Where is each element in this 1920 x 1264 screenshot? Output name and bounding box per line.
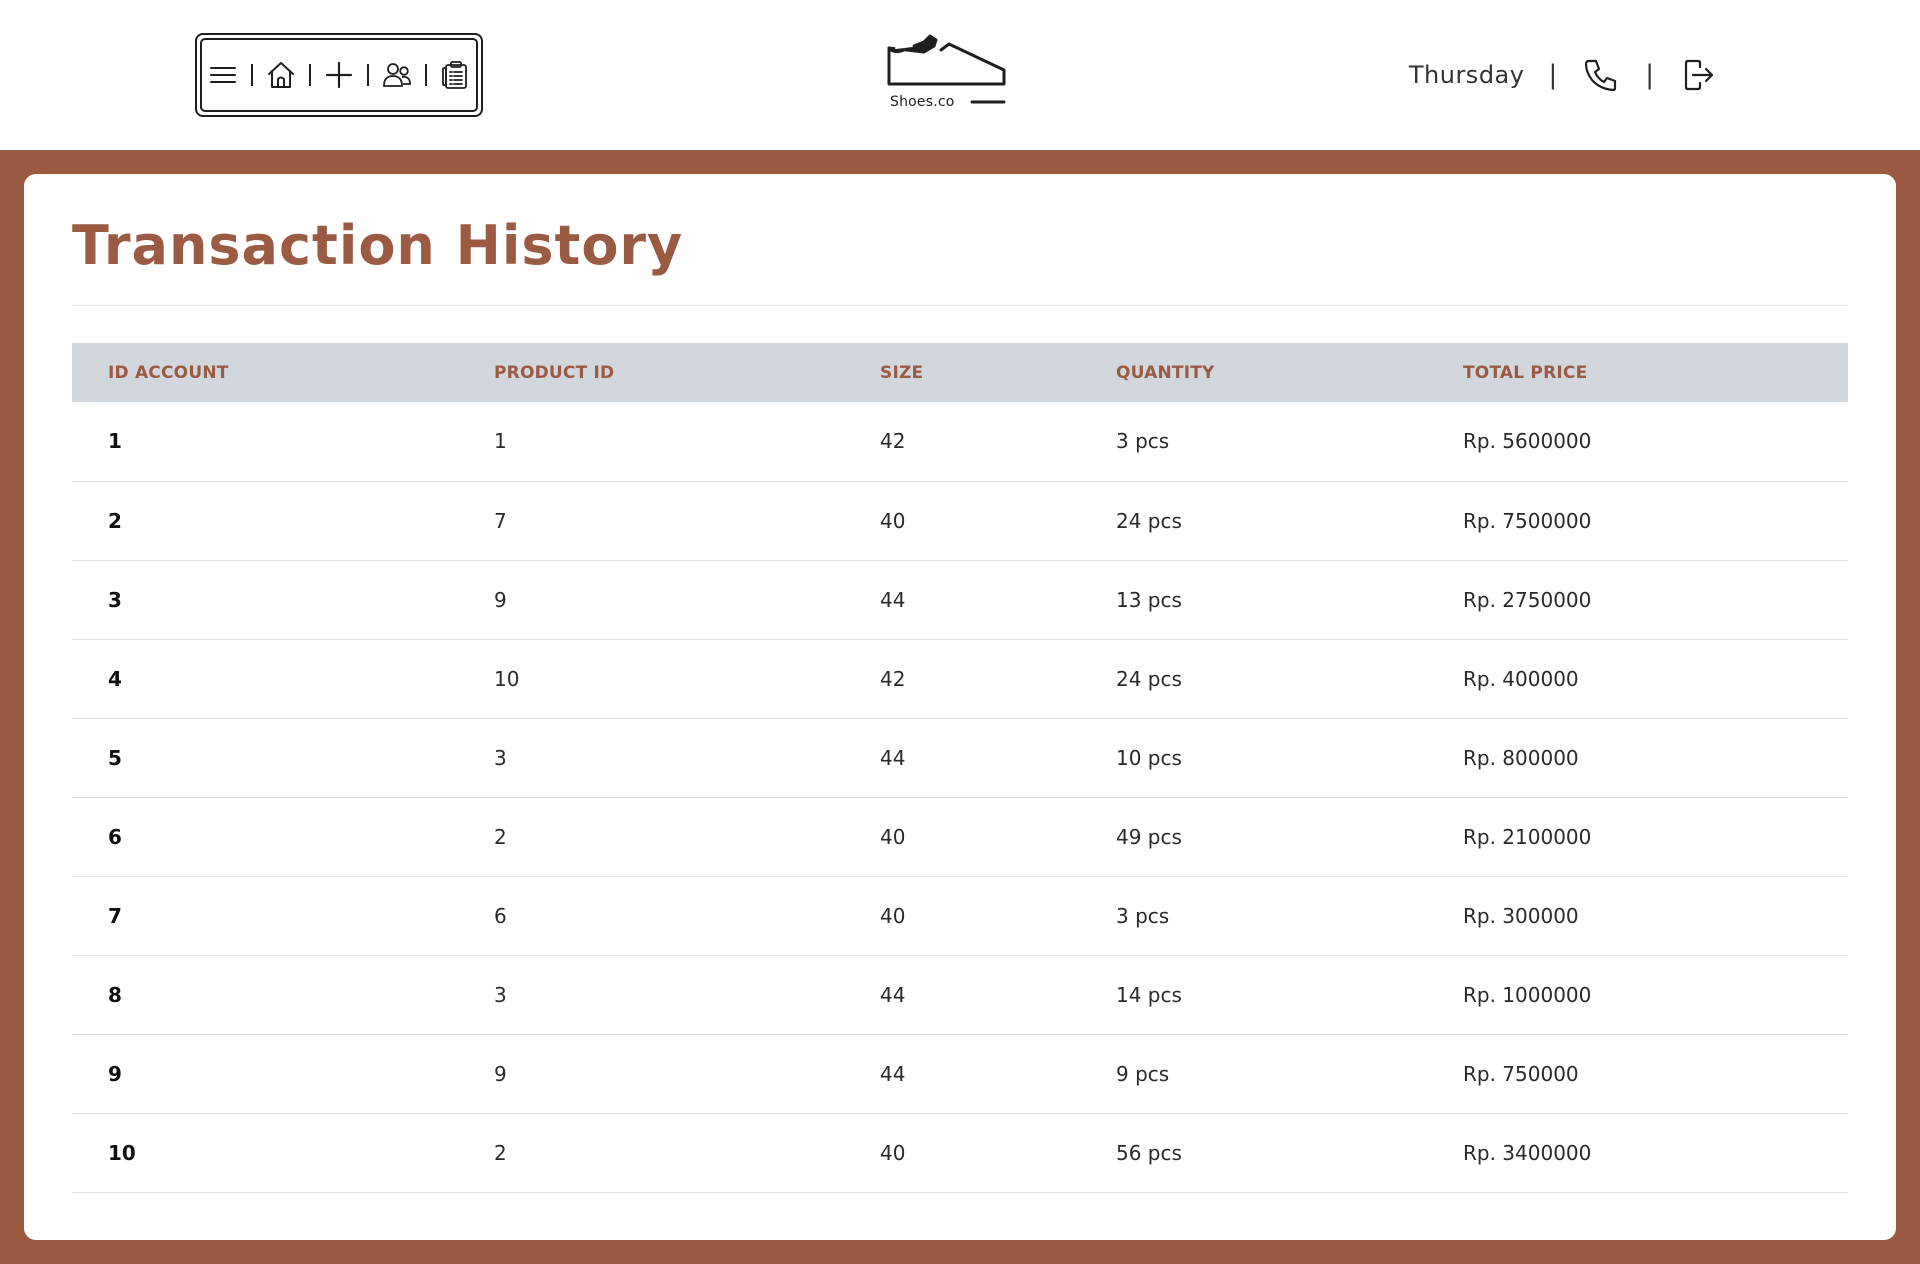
cell-id-account: 2	[108, 508, 122, 533]
cell-total-price: Rp. 300000	[1463, 903, 1579, 928]
home-button[interactable]	[260, 53, 302, 97]
cell-size: 40	[880, 508, 906, 533]
cell-total-price: Rp. 400000	[1463, 666, 1579, 691]
column-header-total-price: TOTAL PRICE	[1463, 362, 1588, 383]
toolbar-divider	[251, 64, 253, 86]
cell-product-id: 3	[494, 982, 507, 1007]
cell-id-account: 8	[108, 982, 122, 1007]
cell-size: 44	[880, 982, 906, 1007]
header-right: Thursday | |	[1409, 50, 1718, 100]
cell-id-account: 5	[108, 745, 122, 770]
cell-total-price: Rp. 5600000	[1463, 429, 1592, 454]
contact-button[interactable]	[1581, 55, 1621, 95]
cell-total-price: Rp. 750000	[1463, 1061, 1579, 1086]
menu-button[interactable]	[202, 53, 244, 97]
cell-product-id: 1	[494, 429, 507, 454]
table-row: 5 3 44 10 pcs Rp. 800000	[72, 718, 1848, 797]
users-icon	[383, 63, 411, 87]
cell-quantity: 56 pcs	[1116, 1140, 1182, 1165]
header-separator: |	[1548, 60, 1558, 90]
cell-id-account: 7	[108, 903, 122, 928]
day-label: Thursday	[1408, 61, 1525, 89]
cell-size: 40	[880, 1140, 906, 1165]
cell-product-id: 9	[494, 587, 507, 612]
page-title: Transaction History	[72, 214, 684, 277]
table-row: 7 6 40 3 pcs Rp. 300000	[72, 876, 1848, 955]
cell-id-account: 4	[108, 666, 122, 691]
menu-icon	[210, 67, 237, 83]
toolbar-divider	[309, 64, 311, 86]
cell-quantity: 9 pcs	[1116, 1061, 1170, 1086]
cell-product-id: 10	[494, 666, 520, 691]
cell-product-id: 3	[494, 745, 507, 770]
cell-product-id: 2	[494, 824, 507, 849]
column-header-size: SIZE	[880, 362, 924, 383]
cell-id-account: 1	[108, 429, 122, 454]
toolbar-divider	[367, 64, 369, 86]
cell-size: 42	[880, 666, 906, 691]
home-icon	[268, 62, 295, 88]
header-separator: |	[1645, 60, 1654, 90]
cell-size: 44	[880, 745, 906, 770]
table-row: 2 7 40 24 pcs Rp. 7500000	[72, 481, 1848, 560]
column-header-id-account: ID ACCOUNT	[108, 362, 229, 383]
cell-quantity: 10 pcs	[1116, 745, 1182, 770]
logout-button[interactable]	[1678, 55, 1718, 95]
cell-quantity: 24 pcs	[1116, 508, 1182, 533]
top-header: Shoes.co Thursday | |	[0, 0, 1920, 150]
cell-quantity: 3 pcs	[1116, 429, 1170, 454]
cell-id-account: 3	[108, 587, 122, 612]
table-header-row: ID ACCOUNT PRODUCT ID SIZE QUANTITY TOTA…	[72, 343, 1848, 402]
cell-total-price: Rp. 7500000	[1463, 508, 1592, 533]
cell-product-id: 7	[494, 508, 507, 533]
nav-toolbar	[195, 33, 483, 117]
logout-icon	[1684, 59, 1714, 91]
cell-id-account: 6	[108, 824, 122, 849]
table-row: 6 2 40 49 pcs Rp. 2100000	[72, 797, 1848, 876]
phone-icon	[1585, 59, 1617, 92]
history-button[interactable]	[434, 53, 476, 97]
cell-product-id: 2	[494, 1140, 507, 1165]
table-row: 9 9 44 9 pcs Rp. 750000	[72, 1034, 1848, 1113]
cell-size: 44	[880, 587, 906, 612]
clipboard-icon	[442, 61, 467, 89]
brand-logo[interactable]: Shoes.co	[884, 30, 1010, 114]
table-row: 3 9 44 13 pcs Rp. 2750000	[72, 560, 1848, 639]
cell-total-price: Rp. 2750000	[1463, 587, 1592, 612]
title-divider	[72, 305, 1848, 306]
table-row: 8 3 44 14 pcs Rp. 1000000	[72, 955, 1848, 1034]
cell-quantity: 3 pcs	[1116, 903, 1170, 928]
column-header-product-id: PRODUCT ID	[494, 362, 615, 383]
logo-text: Shoes.co	[890, 94, 955, 110]
toolbar-divider	[425, 64, 427, 86]
cell-size: 40	[880, 903, 906, 928]
nav-toolbar-inner	[200, 38, 478, 112]
add-button[interactable]	[318, 53, 360, 97]
cell-quantity: 14 pcs	[1116, 982, 1182, 1007]
cell-size: 44	[880, 1061, 906, 1086]
cell-product-id: 6	[494, 903, 507, 928]
table-row: 4 10 42 24 pcs Rp. 400000	[72, 639, 1848, 718]
cell-total-price: Rp. 2100000	[1463, 824, 1592, 849]
cell-id-account: 10	[108, 1140, 136, 1165]
column-header-quantity: QUANTITY	[1116, 362, 1215, 383]
cell-size: 42	[880, 429, 906, 454]
users-button[interactable]	[376, 53, 418, 97]
cell-quantity: 13 pcs	[1116, 587, 1182, 612]
transaction-table: ID ACCOUNT PRODUCT ID SIZE QUANTITY TOTA…	[72, 343, 1848, 1193]
plus-icon	[325, 61, 353, 89]
cell-total-price: Rp. 1000000	[1463, 982, 1592, 1007]
cell-total-price: Rp. 3400000	[1463, 1140, 1592, 1165]
cell-id-account: 9	[108, 1061, 122, 1086]
transaction-card: Transaction History ID ACCOUNT PRODUCT I…	[24, 174, 1896, 1240]
cell-quantity: 49 pcs	[1116, 824, 1182, 849]
table-row: 10 2 40 56 pcs Rp. 3400000	[72, 1113, 1848, 1192]
cell-total-price: Rp. 800000	[1463, 745, 1579, 770]
cell-product-id: 9	[494, 1061, 507, 1086]
table-row: 1 1 42 3 pcs Rp. 5600000	[72, 402, 1848, 481]
cell-size: 40	[880, 824, 906, 849]
cell-quantity: 24 pcs	[1116, 666, 1182, 691]
